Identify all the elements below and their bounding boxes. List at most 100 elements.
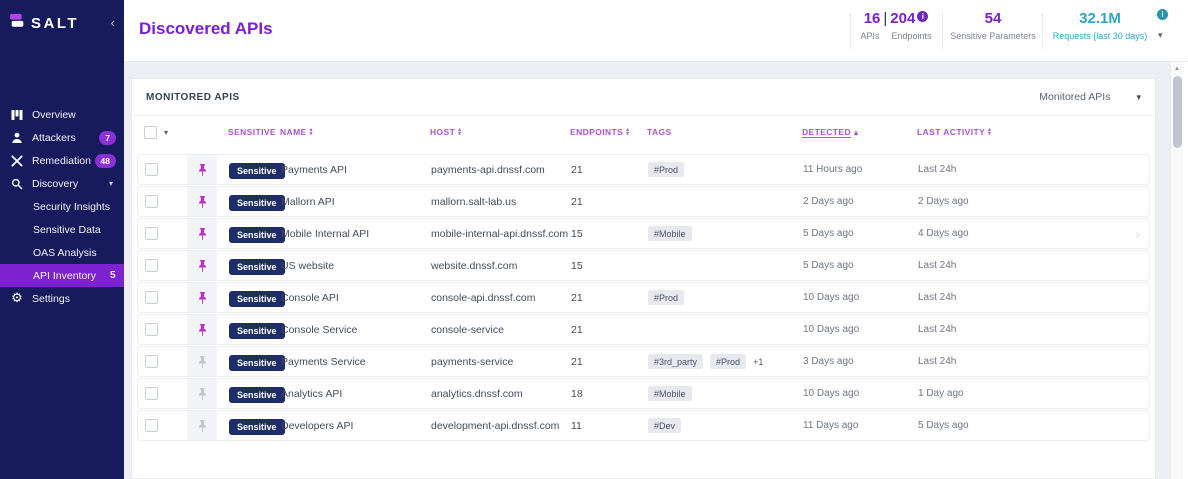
endpoints-value: 204 <box>890 10 915 27</box>
sidebar-item-settings[interactable]: ⚙ Settings <box>0 287 124 310</box>
table-row[interactable]: Sensitive Mobile Internal API mobile-int… <box>137 218 1150 249</box>
view-filter-value: Monitored APIs <box>1039 91 1110 103</box>
sort-icon: ▴▾ <box>988 128 991 137</box>
sensitive-badge: Sensitive <box>229 163 285 179</box>
logo-text: SALT <box>31 15 79 32</box>
pin-cell[interactable] <box>187 411 217 440</box>
requests-value: 32.1M <box>1046 11 1154 27</box>
row-checkbox[interactable] <box>145 195 158 208</box>
detected-value: 10 Days ago <box>803 388 918 399</box>
overview-icon <box>10 109 24 121</box>
pin-cell[interactable] <box>187 251 217 280</box>
endpoints-count: 21 <box>571 324 648 336</box>
detected-value: 5 Days ago <box>803 228 918 239</box>
requests-dropdown-caret-icon[interactable]: ▾ <box>1158 30 1163 41</box>
chevron-down-icon[interactable]: ▾ <box>109 179 116 188</box>
pin-cell[interactable] <box>187 155 217 184</box>
sorted-ascending-icon: ▴ <box>854 128 858 137</box>
column-header-last-activity[interactable]: LAST ACTIVITY ▴▾ <box>917 127 1150 137</box>
column-header-host[interactable]: HOST ▴▾ <box>430 127 570 137</box>
table-row[interactable]: Sensitive US website website.dnssf.com 1… <box>137 250 1150 281</box>
pin-cell[interactable] <box>187 315 217 344</box>
scrollbar-thumb[interactable] <box>1173 76 1182 148</box>
column-header-name[interactable]: NAME ▴▾ <box>280 127 430 137</box>
sort-icon: ▴▾ <box>458 128 461 137</box>
collapse-sidebar-icon[interactable]: ‹ <box>111 18 115 28</box>
select-menu-caret-icon[interactable]: ▾ <box>164 128 168 137</box>
select-all-checkbox[interactable] <box>144 126 157 139</box>
column-header-tags: TAGS <box>647 127 802 137</box>
info-icon[interactable]: i <box>917 11 928 22</box>
endpoints-count: 11 <box>571 420 648 432</box>
api-name: Mobile Internal API <box>281 228 431 240</box>
table-row[interactable]: Sensitive Payments Service payments-serv… <box>137 346 1150 377</box>
last-activity-value: 2 Days ago <box>918 196 1149 207</box>
table-row[interactable]: Sensitive Console API console-api.dnssf.… <box>137 282 1150 313</box>
sidebar-item-remediation[interactable]: Remediation 48 <box>0 149 124 172</box>
sort-icon: ▴▾ <box>310 128 313 137</box>
table-row[interactable]: Sensitive Mallorn API mallorn.salt-lab.u… <box>137 186 1150 217</box>
scroll-up-arrow-icon[interactable]: ▲ <box>1171 62 1183 75</box>
sidebar-item-security-insights[interactable]: Security Insights <box>0 195 124 218</box>
column-header-sensitive: SENSITIVE <box>216 127 280 137</box>
sensitive-badge: Sensitive <box>229 323 285 339</box>
pin-cell[interactable] <box>187 283 217 312</box>
sensitive-badge: Sensitive <box>229 227 285 243</box>
stat-requests: 32.1M Requests (last 30 days) <box>1046 11 1154 41</box>
pin-cell[interactable] <box>187 219 217 248</box>
last-activity-value: 1 Day ago <box>918 388 1149 399</box>
sidebar-item-discovery[interactable]: Discovery ▾ <box>0 172 124 195</box>
sensitive-badge: Sensitive <box>229 387 285 403</box>
row-checkbox[interactable] <box>145 259 158 272</box>
api-name: Analytics API <box>281 388 431 400</box>
top-bar: Discovered APIs 16|204i APIs Endpoints 5… <box>124 0 1188 62</box>
tag-chip: #Mobile <box>648 386 692 401</box>
vertical-scrollbar[interactable]: ▲ <box>1170 62 1183 479</box>
requests-info-icon[interactable]: i <box>1157 9 1168 20</box>
row-checkbox[interactable] <box>145 355 158 368</box>
api-name: Console Service <box>281 324 431 336</box>
api-host: website.dnssf.com <box>431 260 571 272</box>
table-row[interactable]: Sensitive Console Service console-servic… <box>137 314 1150 345</box>
sidebar-item-oas-analysis[interactable]: OAS Analysis <box>0 241 124 264</box>
tags-cell: #Dev <box>648 418 803 433</box>
section-title: MONITORED APIS <box>146 92 240 103</box>
row-hover-chevron-icon[interactable]: › <box>1135 226 1140 242</box>
table-header-row: ▾ SENSITIVE NAME ▴▾ HOST ▴▾ ENDPOINTS ▴▾ <box>137 116 1150 148</box>
table-row[interactable]: Sensitive Payments API payments-api.dnss… <box>137 154 1150 185</box>
sidebar-item-api-inventory[interactable]: API Inventory 5 <box>0 264 124 287</box>
stat-divider <box>1042 13 1043 49</box>
table-row[interactable]: Sensitive Developers API development-api… <box>137 410 1150 441</box>
api-name: US website <box>281 260 431 272</box>
row-checkbox[interactable] <box>145 227 158 240</box>
table-row[interactable]: Sensitive Analytics API analytics.dnssf.… <box>137 378 1150 409</box>
stat-divider <box>942 13 943 49</box>
pin-icon <box>198 259 207 273</box>
stat-separator: | <box>880 10 890 27</box>
tags-cell: #Mobile <box>648 226 803 241</box>
row-checkbox[interactable] <box>145 291 158 304</box>
more-tags-indicator[interactable]: +1 <box>753 357 763 367</box>
pin-cell[interactable] <box>187 347 217 376</box>
last-activity-value: 4 Days ago <box>918 228 1149 239</box>
column-header-detected[interactable]: DETECTED ▴ <box>802 127 917 137</box>
column-header-endpoints[interactable]: ENDPOINTS ▴▾ <box>570 127 647 137</box>
sidebar-item-attackers[interactable]: Attackers 7 <box>0 126 124 149</box>
detected-value: 11 Hours ago <box>803 164 918 175</box>
last-activity-value: 5 Days ago <box>918 420 1149 431</box>
pin-cell[interactable] <box>187 187 217 216</box>
pin-cell[interactable] <box>187 379 217 408</box>
row-checkbox[interactable] <box>145 323 158 336</box>
sensitive-parameters-value: 54 <box>946 11 1040 27</box>
sensitive-badge: Sensitive <box>229 419 285 435</box>
tags-cell: #Mobile <box>648 386 803 401</box>
salt-logo-icon <box>9 13 26 33</box>
row-checkbox[interactable] <box>145 163 158 176</box>
sidebar: SALT ‹ Overview Attackers 7 <box>0 0 124 479</box>
row-checkbox[interactable] <box>145 419 158 432</box>
sidebar-item-overview[interactable]: Overview <box>0 103 124 126</box>
endpoints-count: 21 <box>571 196 648 208</box>
sidebar-item-sensitive-data[interactable]: Sensitive Data <box>0 218 124 241</box>
view-filter-dropdown[interactable]: Monitored APIs ▾ <box>1039 91 1141 103</box>
row-checkbox[interactable] <box>145 387 158 400</box>
